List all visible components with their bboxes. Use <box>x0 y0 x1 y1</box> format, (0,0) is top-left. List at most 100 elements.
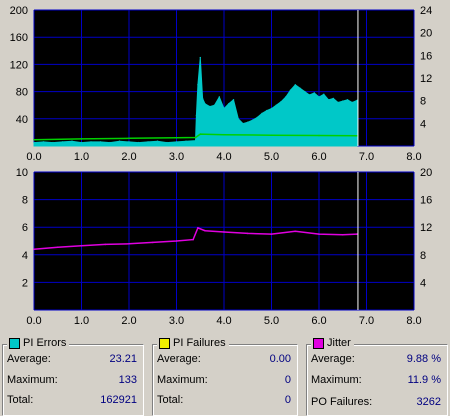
pi-failures-rate-point <box>33 139 35 141</box>
pi-errors-point <box>318 96 320 98</box>
x-tick-label: 2.0 <box>121 151 136 163</box>
jitter-point <box>223 231 225 233</box>
pi-failures-rate-point <box>318 134 320 137</box>
y2-tick-label: 12 <box>420 73 432 85</box>
pi-errors-panel: PI Errors Average: 23.21 Maximum: 133 To… <box>2 337 144 416</box>
jitter-maximum-label: Maximum: <box>311 374 362 386</box>
pi-failures-title: PI Failures <box>173 337 226 349</box>
pi-errors-point <box>213 104 216 106</box>
pi-errors-point <box>61 141 64 143</box>
pi-errors-point <box>118 140 121 142</box>
jitter-title: Jitter <box>327 337 351 349</box>
pi-errors-point <box>128 141 130 143</box>
pi-failures-panel: PI Failures Average: 0.00 Maximum: 0 Tot… <box>152 337 298 416</box>
jitter-point <box>247 232 249 235</box>
pi-failures-maximum-value: 0 <box>284 374 291 386</box>
pi-failures-rate-point <box>199 133 202 135</box>
pi-errors-point <box>270 107 273 110</box>
pi-errors-legend: PI Errors <box>7 337 70 349</box>
x-tick-label: 1.0 <box>74 151 89 163</box>
pi-failures-maximum-label: Maximum: <box>157 374 208 386</box>
x-tick-label: 8.0 <box>406 315 421 327</box>
jitter-point <box>204 229 206 232</box>
y-tick-label: 6 <box>22 222 28 234</box>
pi-errors-point <box>346 99 349 101</box>
pi-errors-point <box>147 141 149 143</box>
y2-tick-label: 8 <box>420 96 426 108</box>
po-failures-value: 3262 <box>416 396 441 408</box>
pi-errors-point <box>332 97 334 100</box>
jitter-point <box>33 248 35 251</box>
charts-area: 0.0 1.0 2.0 3.0 4.0 5.0 6.0 7.0 8.04080120160200… <box>10 5 433 327</box>
y2-tick-label: 20 <box>420 167 432 179</box>
pi-errors-point <box>80 141 83 144</box>
x-tick-label: 4.0 <box>216 315 231 327</box>
jitter-average-value: 9.88 % <box>406 353 441 365</box>
x-tick-label: 7.0 <box>359 151 374 163</box>
pi-failures-rate-point <box>194 136 197 139</box>
pi-errors-point <box>175 141 178 143</box>
x-tick-label: 2.0 <box>121 315 136 327</box>
y-tick-label: 80 <box>16 87 28 99</box>
jitter-swatch-icon <box>313 337 324 349</box>
y-tick-label: 160 <box>10 32 28 44</box>
jitter-maximum-value: 11.9 % <box>407 374 441 386</box>
y2-tick-label: 4 <box>420 118 426 130</box>
pi-errors-point <box>266 109 268 112</box>
pi-errors-point <box>166 141 168 144</box>
y-tick-label: 2 <box>22 277 28 289</box>
pi-errors-point <box>137 141 140 144</box>
pi-errors-point <box>197 84 199 86</box>
y-tick-label: 200 <box>10 5 28 17</box>
x-tick-label: 3.0 <box>169 151 184 163</box>
jitter-average-label: Average: <box>311 353 355 365</box>
pi-errors-point <box>156 140 159 142</box>
jitter-point <box>192 238 194 241</box>
pi-errors-swatch-icon <box>9 337 20 349</box>
y2-tick-label: 4 <box>420 277 426 289</box>
x-tick-label: 4.0 <box>216 151 231 163</box>
jitter-point <box>294 230 297 233</box>
pi-errors-point <box>199 56 201 59</box>
jitter-point <box>80 245 83 247</box>
y2-tick-label: 20 <box>420 28 432 40</box>
pi-errors-point <box>109 141 111 144</box>
pi-errors-point <box>204 103 206 105</box>
y2-tick-label: 8 <box>420 250 426 262</box>
jitter-point <box>152 241 154 244</box>
pi-errors-point <box>71 140 73 142</box>
pi-errors-point <box>313 92 315 94</box>
pi-errors-point <box>342 100 344 102</box>
pi-errors-point <box>247 121 249 123</box>
pi-failures-average-label: Average: <box>157 353 201 365</box>
pi-errors-average-label: Average: <box>7 353 51 365</box>
jitter-chart: 0.0 1.0 2.0 3.0 4.0 5.0 6.0 7.0 8.0 2 4 6 8 10 4 8 12 16 2… <box>16 167 433 327</box>
y2-tick-label: 12 <box>420 222 432 234</box>
x-tick-label: 5.0 <box>264 151 279 163</box>
pi-errors-point <box>232 99 235 101</box>
pi-errors-point <box>195 114 198 117</box>
pi-errors-point <box>42 141 45 143</box>
x-tick-label: 6.0 <box>311 151 326 163</box>
pi-errors-point <box>228 103 230 105</box>
pi-failures-rate-point <box>223 133 225 136</box>
pi-failures-average-value: 0.00 <box>269 353 291 365</box>
y-tick-label: 10 <box>16 167 28 179</box>
x-tick-label: 1.0 <box>74 315 89 327</box>
y-tick-label: 8 <box>22 195 28 207</box>
x-tick-label: 8.0 <box>406 151 421 163</box>
pi-errors-point <box>294 84 296 86</box>
pi-errors-point <box>304 90 306 93</box>
jitter-point <box>270 233 273 235</box>
x-tick-label: 6.0 <box>311 315 326 327</box>
pi-errors-point <box>201 97 204 100</box>
pi-errors-point <box>209 105 211 108</box>
pi-errors-point <box>52 141 54 144</box>
pi-errors-title: PI Errors <box>23 337 67 349</box>
x-tick-label: 3.0 <box>169 315 184 327</box>
pi-errors-point <box>194 139 197 142</box>
pi-errors-point <box>33 141 35 144</box>
pi-errors-point <box>351 101 353 104</box>
pi-errors-point <box>323 93 325 96</box>
pi-errors-point <box>275 104 277 106</box>
